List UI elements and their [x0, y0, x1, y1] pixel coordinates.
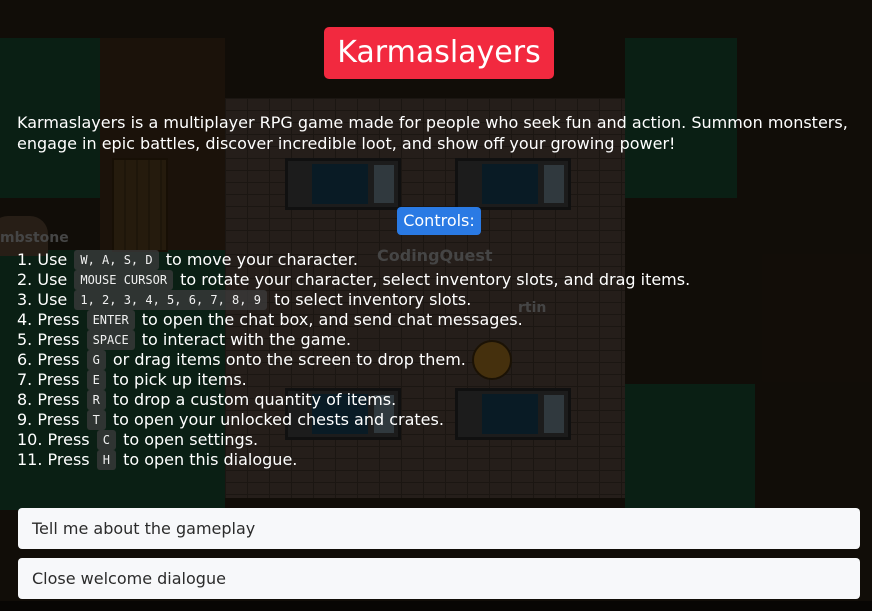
control-description: to interact with the game.: [141, 330, 352, 349]
key-badge: E: [86, 370, 106, 390]
control-description: to open your unlocked chests and crates.: [112, 410, 444, 429]
control-line: 4. Press ENTER to open the chat box, and…: [17, 310, 867, 330]
key-badge: T: [86, 410, 106, 430]
control-line: 7. Press E to pick up items.: [17, 370, 867, 390]
control-prefix: 7. Press: [17, 370, 80, 389]
control-line: 11. Press H to open this dialogue.: [17, 450, 867, 470]
control-description: to open settings.: [123, 430, 259, 449]
control-description: to open this dialogue.: [123, 450, 298, 469]
control-description: to select inventory slots.: [274, 290, 472, 309]
key-badge: G: [86, 350, 106, 370]
key-badge: 1, 2, 3, 4, 5, 6, 7, 8, 9: [74, 290, 267, 310]
controls-list: 1. Use W, A, S, D to move your character…: [17, 250, 867, 470]
control-description: to pick up items.: [112, 370, 247, 389]
control-line: 5. Press SPACE to interact with the game…: [17, 330, 867, 350]
control-prefix: 10. Press: [17, 430, 90, 449]
control-prefix: 6. Press: [17, 350, 80, 369]
control-description: to open the chat box, and send chat mess…: [141, 310, 523, 329]
control-line: 2. Use MOUSE CURSOR to rotate your chara…: [17, 270, 867, 290]
gameplay-info-button[interactable]: Tell me about the gameplay: [18, 508, 860, 549]
controls-heading: Controls:: [397, 207, 481, 235]
control-prefix: 2. Use: [17, 270, 68, 289]
control-prefix: 5. Press: [17, 330, 80, 349]
control-line: 6. Press G or drag items onto the screen…: [17, 350, 867, 370]
game-intro-text: Karmaslayers is a multiplayer RPG game m…: [17, 113, 848, 153]
welcome-dialog: Karmaslayers Karmaslayers is a multiplay…: [0, 0, 872, 611]
control-description: to drop a custom quantity of items.: [112, 390, 397, 409]
control-prefix: 11. Press: [17, 450, 90, 469]
key-badge: MOUSE CURSOR: [74, 270, 174, 290]
key-badge: ENTER: [86, 310, 135, 330]
control-prefix: 3. Use: [17, 290, 68, 309]
control-description: to rotate your character, select invento…: [180, 270, 691, 289]
control-prefix: 1. Use: [17, 250, 68, 269]
control-description: to move your character.: [165, 250, 358, 269]
control-description: or drag items onto the screen to drop th…: [112, 350, 466, 369]
key-badge: H: [96, 450, 116, 470]
control-line: 10. Press C to open settings.: [17, 430, 867, 450]
key-badge: C: [96, 430, 116, 450]
close-dialog-button[interactable]: Close welcome dialogue: [18, 558, 860, 599]
control-prefix: 4. Press: [17, 310, 80, 329]
control-prefix: 9. Press: [17, 410, 80, 429]
control-prefix: 8. Press: [17, 390, 80, 409]
control-line: 1. Use W, A, S, D to move your character…: [17, 250, 867, 270]
key-badge: W, A, S, D: [74, 250, 159, 270]
key-badge: R: [86, 390, 106, 410]
control-line: 8. Press R to drop a custom quantity of …: [17, 390, 867, 410]
key-badge: SPACE: [86, 330, 135, 350]
control-line: 9. Press T to open your unlocked chests …: [17, 410, 867, 430]
control-line: 3. Use 1, 2, 3, 4, 5, 6, 7, 8, 9 to sele…: [17, 290, 867, 310]
game-title: Karmaslayers: [324, 27, 554, 79]
